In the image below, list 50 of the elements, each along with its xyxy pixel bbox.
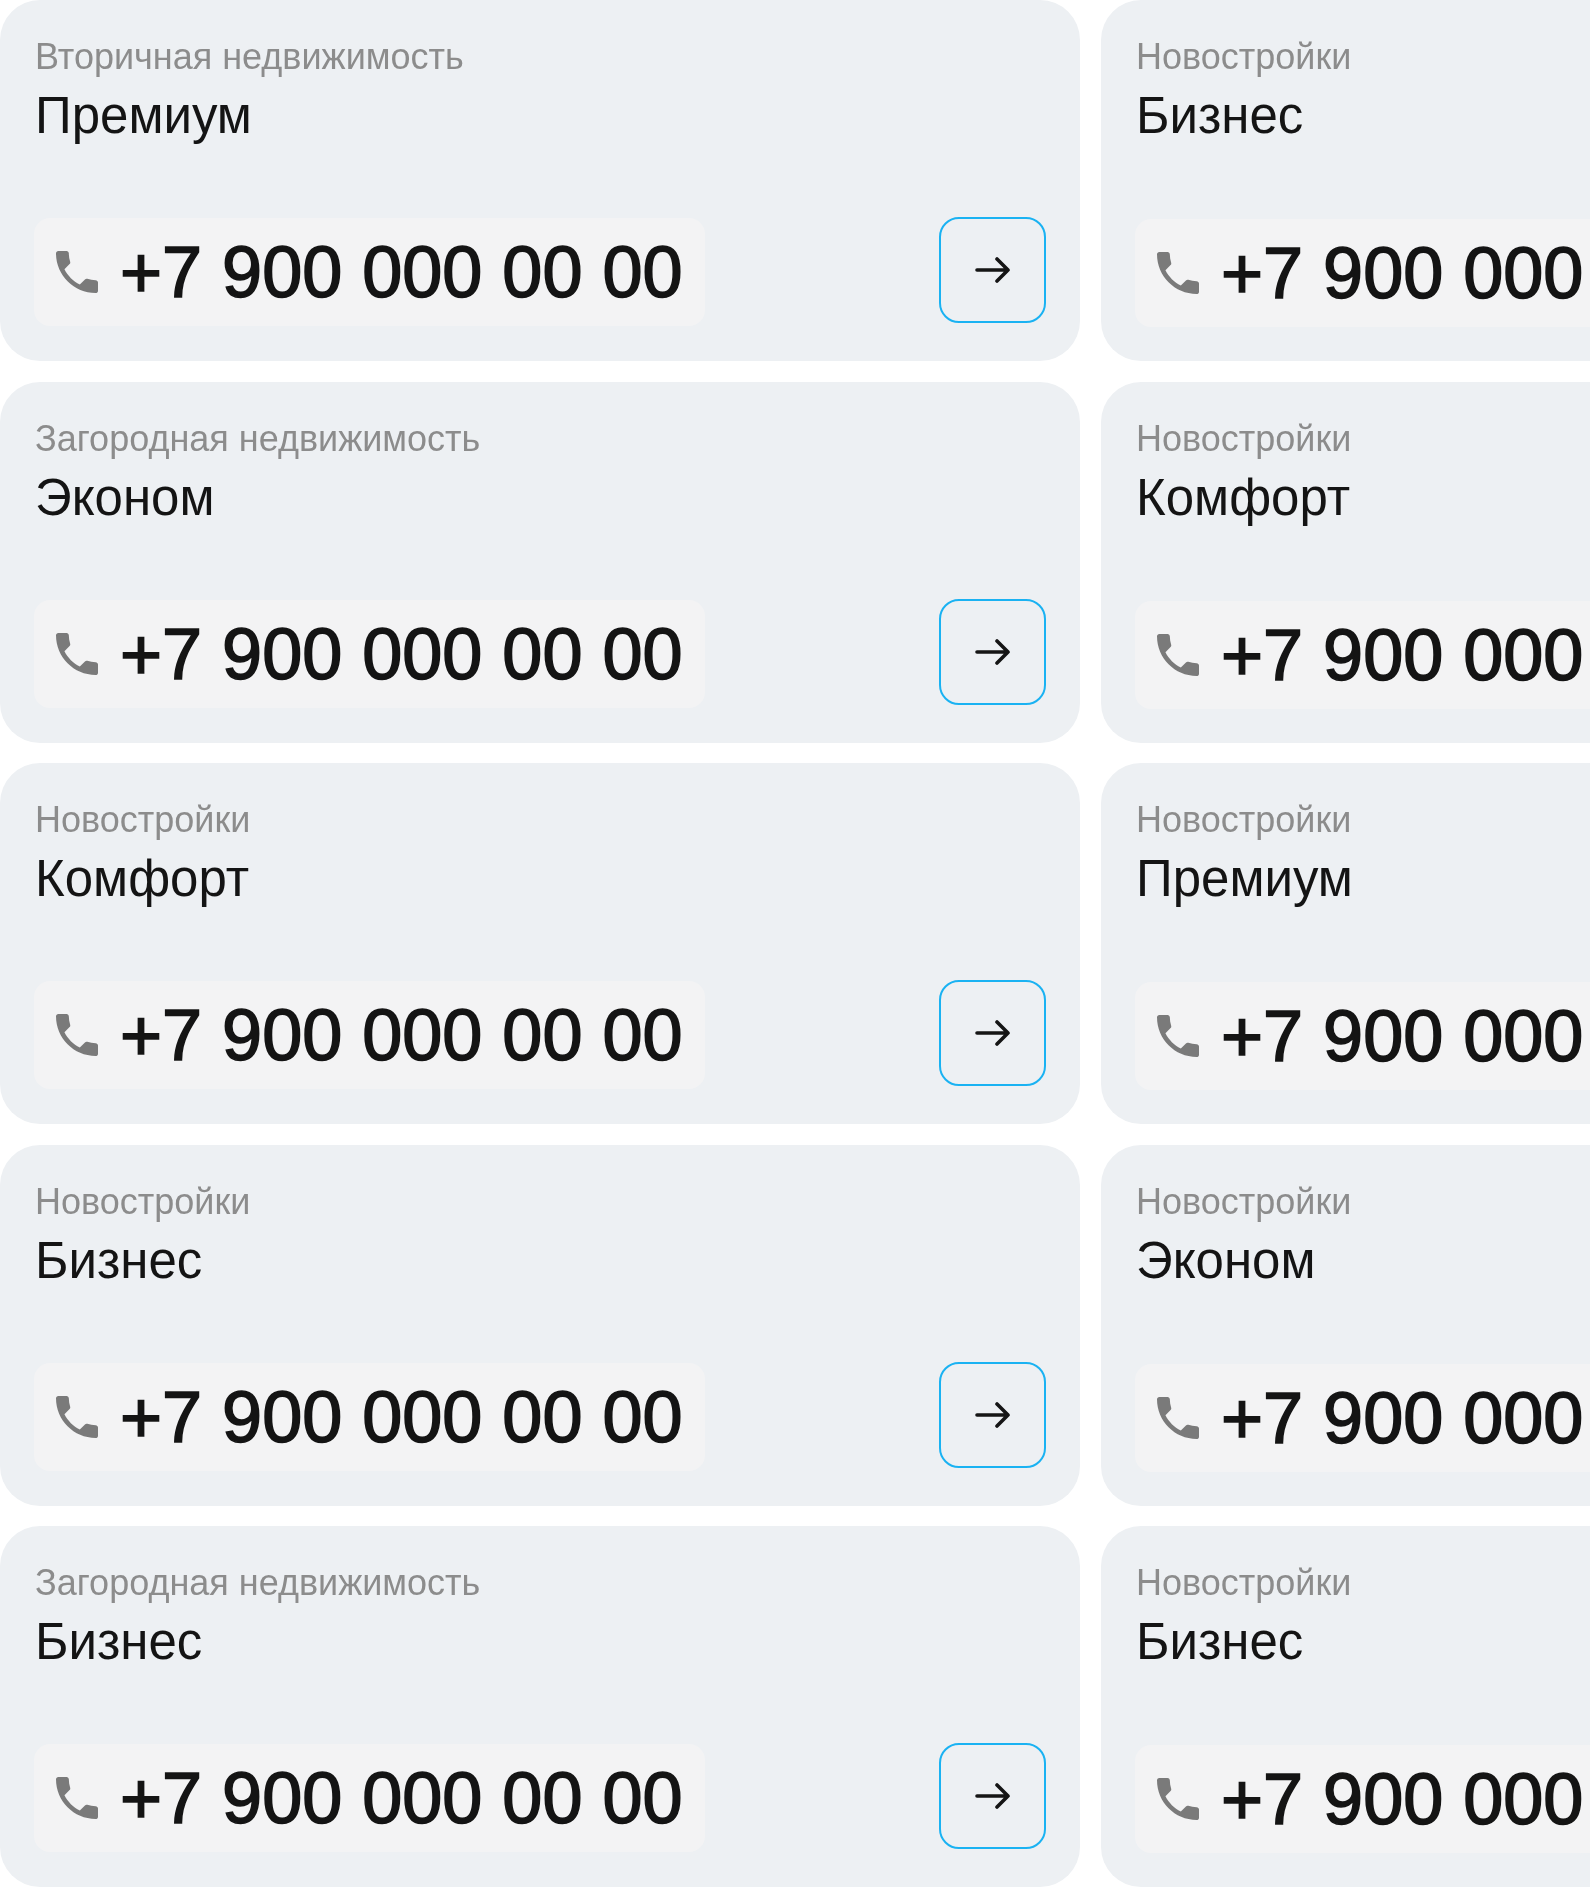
arrow-button[interactable]	[939, 217, 1046, 323]
class-title: Бизнес	[35, 1613, 203, 1671]
phone-link[interactable]: +7 900 000 00 00	[34, 1744, 705, 1852]
category-label: Новостройки	[1136, 1180, 1352, 1223]
category-label: Загородная недвижимость	[35, 1562, 481, 1604]
arrow-button[interactable]	[939, 1361, 1046, 1468]
class-title: Премиум	[1136, 850, 1353, 908]
category-label: Загородная недвижимость	[35, 417, 481, 460]
phone-link[interactable]: +7 900 000	[1135, 219, 1590, 327]
phone-icon	[56, 1777, 98, 1819]
arrow-button[interactable]	[939, 598, 1046, 705]
phone-icon	[56, 1014, 98, 1056]
phone-link[interactable]: +7 900 000 00 00	[34, 218, 705, 326]
phone-icon	[56, 632, 98, 675]
category-label: Новостройки	[1136, 36, 1352, 78]
arrow-right-icon	[974, 1401, 1011, 1428]
phone-icon	[1157, 1396, 1199, 1439]
category-label: Новостройки	[1136, 799, 1352, 841]
arrow-right-icon	[974, 1783, 1011, 1809]
phone-link[interactable]: +7 900 000	[1135, 1745, 1590, 1853]
arrow-right-icon	[974, 638, 1011, 665]
category-label: Новостройки	[35, 1180, 251, 1223]
phone-link[interactable]: +7 900 000	[1135, 600, 1590, 709]
phone-icon	[56, 251, 98, 293]
class-title: Бизнес	[35, 1231, 203, 1290]
phone-icon	[1157, 252, 1199, 294]
phone-icon	[1157, 633, 1199, 676]
arrow-button[interactable]	[939, 1743, 1046, 1849]
phone-link[interactable]: +7 900 000 00 00	[34, 981, 705, 1089]
class-title: Эконом	[35, 468, 215, 527]
phone-icon	[56, 1395, 98, 1438]
category-label: Новостройки	[35, 799, 251, 841]
class-title: Эконом	[1136, 1231, 1316, 1290]
phone-link[interactable]: +7 900 000	[1135, 982, 1590, 1090]
category-label: Вторичная недвижимость	[35, 36, 464, 78]
category-label: Новостройки	[1136, 417, 1352, 460]
arrow-button[interactable]	[939, 980, 1046, 1086]
class-title: Комфорт	[35, 850, 250, 908]
phone-icon	[1157, 1778, 1199, 1820]
arrow-right-icon	[974, 1020, 1011, 1046]
phone-link[interactable]: +7 900 000 00 00	[34, 599, 705, 708]
arrow-right-icon	[974, 257, 1011, 283]
phone-link[interactable]: +7 900 000 00 00	[34, 1362, 705, 1471]
class-title: Премиум	[35, 87, 252, 145]
category-label: Новостройки	[1136, 1562, 1352, 1604]
class-title: Комфорт	[1136, 468, 1351, 527]
phone-link[interactable]: +7 900 000	[1135, 1363, 1590, 1472]
class-title: Бизнес	[1136, 1613, 1304, 1671]
phone-icon	[1157, 1015, 1199, 1057]
class-title: Бизнес	[1136, 87, 1304, 145]
